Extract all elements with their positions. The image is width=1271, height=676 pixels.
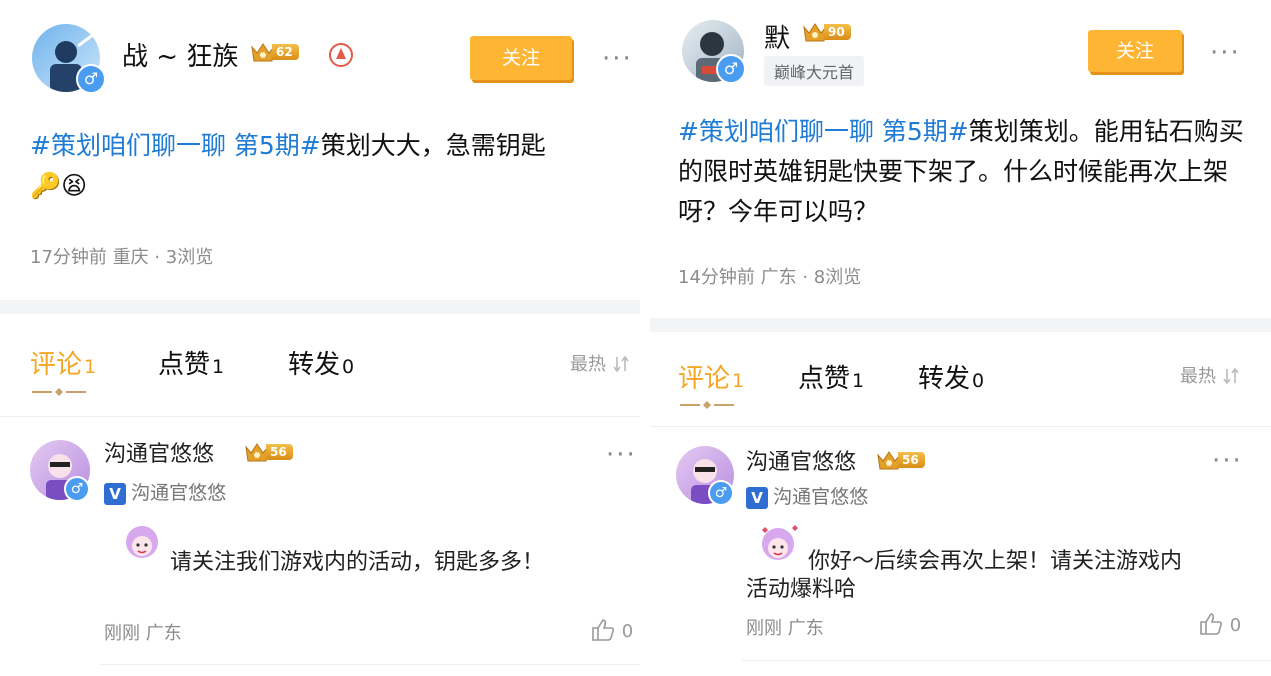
tab-reposts[interactable]: 转发 0	[918, 358, 984, 395]
level-number: 62	[272, 44, 299, 60]
emoji-icons: 🔑😫	[30, 171, 88, 200]
divider	[0, 416, 640, 417]
level-badge: 90	[802, 22, 851, 42]
comment-like-button[interactable]: 0	[1198, 612, 1241, 636]
sort-hot-button[interactable]: 最热	[570, 350, 630, 376]
post-content: #策划咱们聊一聊 第5期#策划大大，急需钥匙 🔑😫	[30, 126, 630, 206]
topic-tag[interactable]: #策划咱们聊一聊 第5期#	[30, 131, 321, 160]
sort-hot-button[interactable]: 最热	[1180, 362, 1240, 388]
tab-comments[interactable]: 评论 1	[678, 358, 744, 395]
comment-text: 你好～后续会再次上架！请关注游戏内活动爆料哈	[746, 549, 1183, 602]
follow-button[interactable]: 关注	[1088, 30, 1182, 72]
verified-row: V 沟通官悠悠	[746, 482, 868, 509]
post-panel-left: ♂ 战 ~ 狂族 62 关注 ··· #策划咱们聊一聊 第5期#策划大大，急需钥…	[0, 0, 640, 676]
post-panel-right: ♂ 默 90 巅峰大元首 关注 ··· #策划咱们聊一聊 第5期#策划策划。能用…	[650, 0, 1271, 676]
post-text: 策划大大，急需钥匙	[320, 131, 546, 160]
tab-comments[interactable]: 评论 1	[30, 344, 96, 381]
title-badge: 巅峰大元首	[764, 56, 865, 86]
sort-icon	[1223, 367, 1239, 385]
author-name[interactable]: 战 ~ 狂族	[122, 36, 238, 73]
level-badge: 56	[244, 442, 293, 462]
divider	[742, 660, 1271, 661]
comment-more-icon[interactable]: ···	[1212, 448, 1243, 474]
more-options-icon[interactable]: ···	[1210, 40, 1241, 66]
author-name[interactable]: 默	[764, 18, 790, 55]
commenter-name[interactable]: 沟通官悠悠	[746, 444, 856, 476]
comment-text: 请关注我们游戏内的活动，钥匙多多！	[170, 550, 545, 575]
active-tab-indicator-icon	[32, 388, 86, 396]
comment-meta: 刚刚 广东	[746, 618, 824, 639]
male-gender-icon: ♂	[64, 476, 90, 502]
verified-name: 沟通官悠悠	[131, 482, 227, 504]
section-divider	[0, 300, 640, 314]
divider	[100, 664, 640, 665]
divider	[650, 426, 1271, 427]
comment-more-icon[interactable]: ···	[606, 442, 637, 468]
sort-icon	[613, 355, 629, 373]
post-meta: 14分钟前 广东 · 8浏览	[678, 267, 862, 288]
thumbs-up-icon	[592, 619, 615, 641]
commenter-name[interactable]: 沟通官悠悠	[104, 436, 214, 468]
more-options-icon[interactable]: ···	[602, 46, 633, 72]
level-badge: 62	[250, 42, 299, 62]
active-tab-indicator-icon	[680, 401, 734, 409]
level-badge: 56	[876, 450, 925, 470]
level-number: 90	[824, 24, 851, 40]
topic-tag[interactable]: #策划咱们聊一聊 第5期#	[678, 117, 969, 146]
verified-v-icon: V	[104, 483, 126, 505]
verified-v-icon: V	[746, 487, 768, 509]
tab-likes[interactable]: 点赞 1	[158, 344, 224, 381]
tab-likes[interactable]: 点赞 1	[798, 358, 864, 395]
comment-like-button[interactable]: 0	[590, 618, 633, 642]
follow-button[interactable]: 关注	[470, 36, 572, 80]
like-count: 0	[1229, 615, 1242, 636]
post-content: #策划咱们聊一聊 第5期#策划策划。能用钻石购买的限时英雄钥匙快要下架了。什么时…	[678, 112, 1244, 232]
comment-meta: 刚刚 广东	[104, 623, 182, 644]
section-divider	[650, 318, 1271, 332]
guild-emblem-icon	[329, 43, 353, 67]
tab-reposts[interactable]: 转发 0	[288, 344, 354, 381]
male-gender-icon: ♂	[716, 54, 746, 84]
verified-row: V 沟通官悠悠	[104, 478, 226, 505]
male-gender-icon: ♂	[708, 480, 734, 506]
panel-gap	[640, 0, 650, 676]
post-meta: 17分钟前 重庆 · 3浏览	[30, 247, 214, 268]
male-gender-icon: ♂	[76, 64, 106, 94]
verified-name: 沟通官悠悠	[773, 486, 869, 508]
thumbs-up-icon	[1200, 613, 1223, 635]
like-count: 0	[621, 621, 634, 642]
